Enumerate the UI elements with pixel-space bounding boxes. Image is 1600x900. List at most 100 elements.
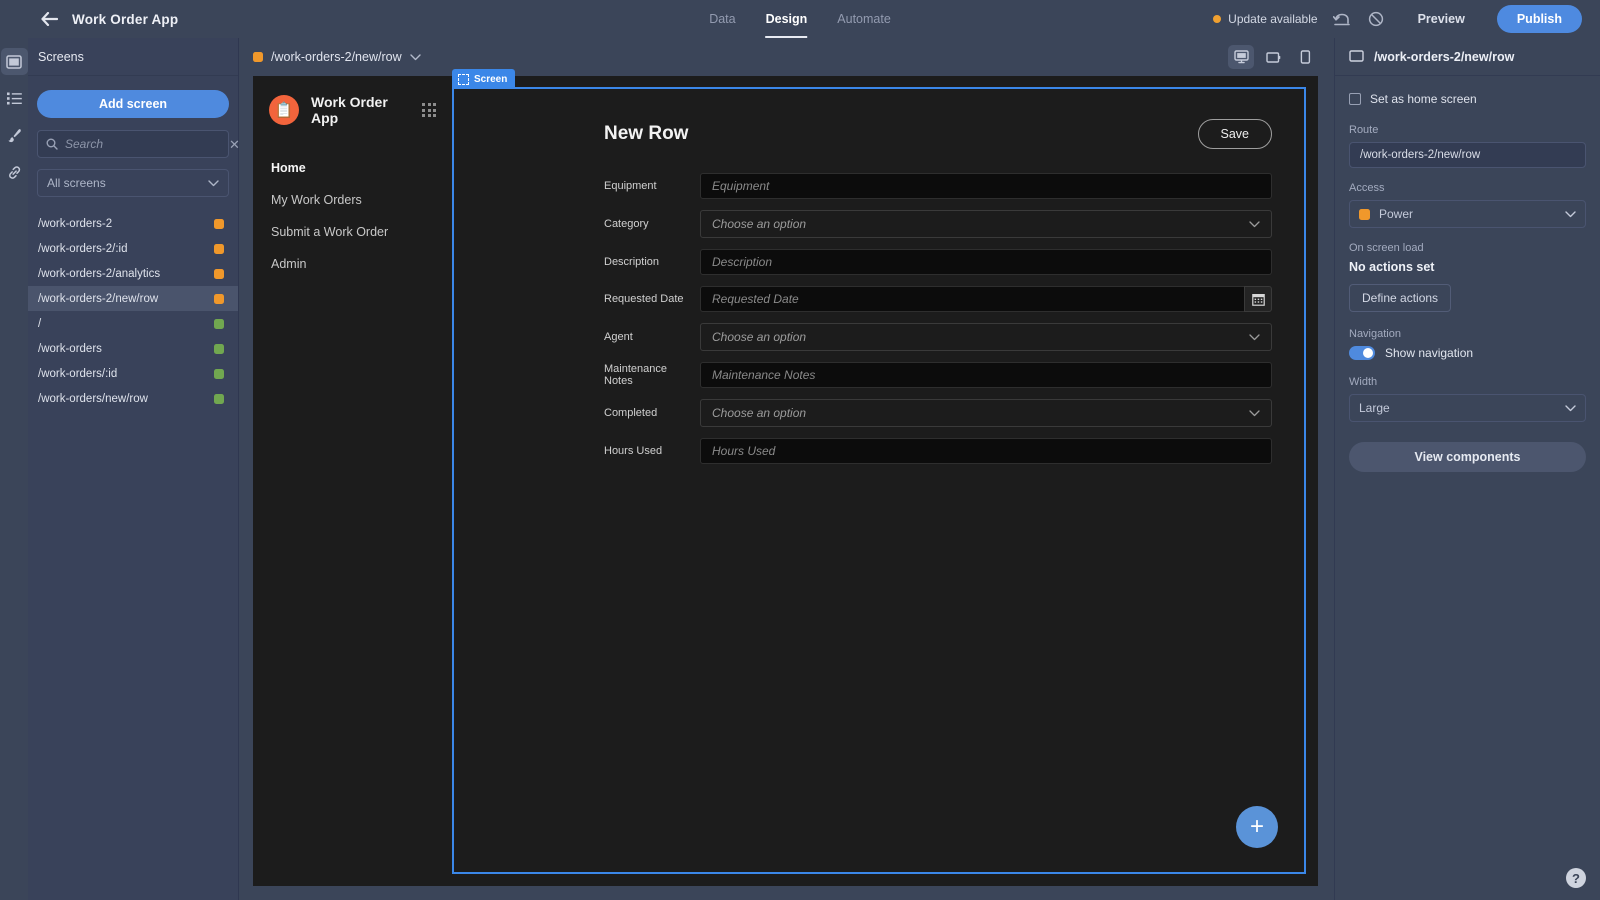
screen-list-item[interactable]: /work-orders-2/:id [28,236,238,261]
screen-route-label: /work-orders-2/analytics [38,267,161,280]
redo-disabled-icon[interactable] [1366,9,1386,29]
screen-route-label: /work-orders [38,342,102,355]
access-label: Access [1349,182,1385,194]
help-button[interactable]: ? [1566,868,1586,888]
field-label: Requested Date [604,293,684,305]
on-screen-load-label: On screen load [1349,242,1424,254]
rail-links-icon[interactable] [1,159,28,186]
screen-color-dot [214,368,224,379]
screen-list-item-selected[interactable]: /work-orders-2/new/row [28,286,238,311]
screen-list-item[interactable]: /work-orders-2/analytics [28,261,238,286]
tab-automate[interactable]: Automate [837,0,891,38]
description-input[interactable]: Description [700,249,1272,275]
requested-date-input[interactable]: Requested Date [700,286,1244,312]
access-color-dot [1359,208,1370,220]
add-component-fab[interactable]: + [1236,806,1278,848]
mobile-view-icon[interactable] [1292,45,1318,69]
tab-data[interactable]: Data [709,0,735,38]
top-bar-left: Work Order App [0,10,178,28]
completed-select-value: Choose an option [712,406,807,420]
access-select[interactable]: Power [1349,200,1586,228]
add-screen-button[interactable]: Add screen [37,90,229,118]
screen-color-dot [214,243,224,254]
show-navigation-row[interactable]: Show navigation [1349,346,1586,360]
width-label: Width [1349,376,1378,388]
top-bar-tabs: Data Design Automate [709,0,891,38]
screen-color-dot [214,218,224,229]
set-as-home-screen-label: Set as home screen [1370,92,1477,106]
preview-button[interactable]: Preview [1400,6,1483,32]
selected-screen-outline[interactable]: Screen New Row Save Equipment Equipment [452,69,1306,874]
app-title: Work Order App [72,11,179,27]
chevron-down-icon [1249,330,1260,344]
screen-color-dot [214,293,224,304]
completed-select[interactable]: Choose an option [700,399,1272,427]
show-navigation-toggle[interactable] [1349,346,1375,360]
calendar-icon[interactable] [1244,286,1272,312]
field-label: Category [604,218,649,230]
screen-list-item[interactable]: /work-orders [28,336,238,361]
agent-select[interactable]: Choose an option [700,323,1272,351]
show-navigation-label: Show navigation [1385,346,1474,360]
screen-list-item[interactable]: /work-orders-2 [28,211,238,236]
search-input[interactable] [65,137,222,151]
screen-color-dot [214,268,224,279]
app-root: Work Order App Data Design Automate Upda… [0,0,1600,900]
width-select[interactable]: Large [1349,394,1586,422]
screen-route-label: / [38,317,42,330]
category-select[interactable]: Choose an option [700,210,1272,238]
equipment-input[interactable]: Equipment [700,173,1272,199]
preview-nav-my-work-orders[interactable]: My Work Orders [253,184,452,216]
update-available-indicator[interactable]: Update available [1213,12,1318,26]
screen-list-item[interactable]: /work-orders/:id [28,361,238,386]
tablet-view-icon[interactable] [1260,45,1286,69]
undo-icon[interactable] [1332,9,1352,29]
route-input[interactable]: /work-orders-2/new/row [1349,142,1586,168]
screens-panel-controls: Add screen ✕ All screens [28,76,240,211]
publish-button[interactable]: Publish [1496,5,1582,33]
save-button[interactable]: Save [1197,119,1272,149]
field-label: Maintenance Notes [604,363,667,387]
route-color-dot [253,52,263,62]
view-components-button[interactable]: View components [1349,442,1586,472]
screen-canvas: Screen New Row Save Equipment Equipment [452,69,1318,886]
preview-nav-home[interactable]: Home [253,152,452,184]
rail-theme-brush-icon[interactable] [1,122,28,149]
left-icon-rail [0,38,28,900]
category-select-value: Choose an option [712,217,807,231]
screen-badge-label: Screen [474,73,508,85]
top-bar: Work Order App Data Design Automate Upda… [0,0,1600,38]
form-row-requested-date: Requested Date Requested Date [604,286,1272,312]
canvas-column: /work-orders-2/new/row 📋 Work Order App … [239,38,1334,900]
apps-grid-icon[interactable] [422,103,436,117]
access-value: Power [1379,207,1414,221]
rail-screens-icon[interactable] [0,48,28,75]
set-as-home-screen-checkbox[interactable]: Set as home screen [1349,92,1586,106]
canvas-route-selector[interactable]: /work-orders-2/new/row [253,50,421,64]
screen-route-label: /work-orders/new/row [38,392,148,405]
screens-filter-select[interactable]: All screens [37,169,229,197]
agent-select-value: Choose an option [712,330,807,344]
chevron-down-icon [1249,406,1260,420]
canvas-toolbar: /work-orders-2/new/row [239,38,1334,76]
desktop-view-icon[interactable] [1228,45,1254,69]
on-screen-load-value: No actions set [1349,260,1435,274]
form-row-completed: Completed Choose an option [604,399,1272,427]
main-body: Screens Add screen ✕ All screens [0,38,1600,900]
form-row-maintenance-notes: Maintenance Notes Maintenance Notes [604,362,1272,388]
rail-components-list-icon[interactable] [1,85,28,112]
preview-nav-submit-work-order[interactable]: Submit a Work Order [253,216,452,248]
preview-nav-admin[interactable]: Admin [253,248,452,280]
define-actions-button[interactable]: Define actions [1349,284,1452,312]
maintenance-notes-input[interactable]: Maintenance Notes [700,362,1272,388]
screen-settings-panel: /work-orders-2/new/row Set as home scree… [1334,38,1600,900]
device-preview-toggles [1228,45,1318,69]
field-label: Description [604,256,660,268]
screen-list-item[interactable]: /work-orders/new/row [28,386,238,411]
tab-design[interactable]: Design [765,0,807,38]
screens-search-box[interactable]: ✕ [37,130,240,158]
screen-list-item[interactable]: / [28,311,238,336]
back-arrow-icon[interactable] [40,10,58,28]
hours-used-input[interactable]: Hours Used [700,438,1272,464]
screen-route-label: /work-orders-2 [38,217,113,230]
